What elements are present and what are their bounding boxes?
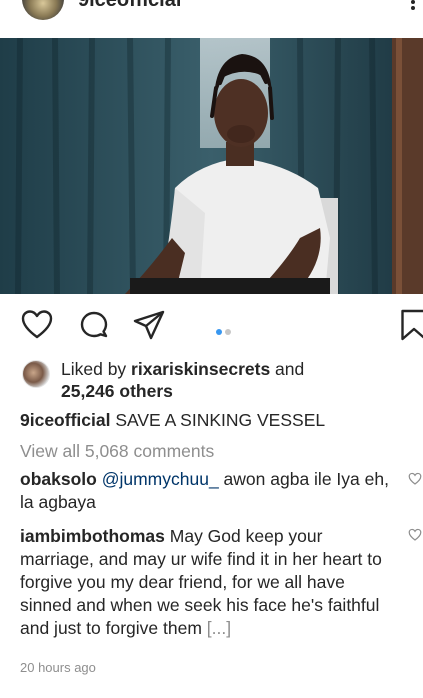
comment-more-link[interactable]: [...] xyxy=(207,618,231,638)
caption-username[interactable]: 9iceofficial xyxy=(20,410,110,430)
post-caption: 9iceofficial SAVE A SINKING VESSEL xyxy=(20,410,325,431)
liked-by-prefix: Liked by xyxy=(61,359,132,379)
bookmark-icon[interactable] xyxy=(400,308,423,347)
likes-others-count[interactable]: 25,246 others xyxy=(61,381,173,402)
post-media[interactable] xyxy=(0,38,423,294)
comment-like-heart-icon[interactable] xyxy=(408,472,422,486)
carousel-dots xyxy=(216,322,234,340)
likes-summary: Liked by rixariskinsecrets and 25,246 ot… xyxy=(22,356,412,404)
comment-mention[interactable]: @jummychuu_ xyxy=(102,469,219,489)
post-username[interactable]: 9iceofficial xyxy=(78,0,181,12)
heart-icon[interactable] xyxy=(20,308,54,347)
share-icon[interactable] xyxy=(132,308,166,347)
post-header: 9iceofficial xyxy=(0,0,423,38)
post-timestamp: 20 hours ago xyxy=(20,660,96,675)
liked-by-text: Liked by rixariskinsecrets and xyxy=(61,359,304,380)
comment-item: obaksolo @jummychuu_ awon agba ile Iya e… xyxy=(20,468,392,514)
liker-username[interactable]: rixariskinsecrets xyxy=(131,359,270,379)
avatar[interactable] xyxy=(22,0,64,20)
carousel-dot-active xyxy=(216,329,222,335)
caption-text: SAVE A SINKING VESSEL xyxy=(110,410,326,430)
liked-by-and: and xyxy=(270,359,305,379)
comment-username[interactable]: iambimbothomas xyxy=(20,526,165,546)
comment-icon[interactable] xyxy=(77,309,111,348)
post-media-scene xyxy=(0,38,423,294)
action-bar xyxy=(0,302,423,348)
view-all-comments-link[interactable]: View all 5,068 comments xyxy=(20,441,214,462)
comment-item: iambimbothomas May God keep your marriag… xyxy=(20,525,392,640)
liker-avatar[interactable] xyxy=(22,360,50,388)
comment-username[interactable]: obaksolo xyxy=(20,469,97,489)
carousel-dot xyxy=(225,329,231,335)
comment-like-heart-icon[interactable] xyxy=(408,528,422,542)
more-vertical-icon[interactable] xyxy=(407,0,419,16)
